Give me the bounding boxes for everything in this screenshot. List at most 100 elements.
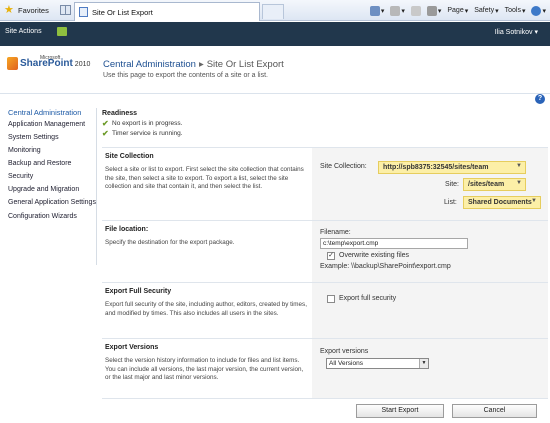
page-description: Use this page to export the contents of … <box>103 72 268 79</box>
chevron-down-icon: ▼ <box>531 198 537 204</box>
home-icon <box>369 5 380 16</box>
export-versions-label: Export versions <box>320 348 369 355</box>
nav-upgrade-and-migration[interactable]: Upgrade and Migration <box>0 183 96 196</box>
breadcrumb-root[interactable]: Central Administration <box>103 59 196 70</box>
sharepoint-logo-icon <box>7 57 18 70</box>
check-icon: ✔ <box>102 129 109 138</box>
chevron-down-icon: ▼ <box>516 163 522 169</box>
export-security-controls: Export full security <box>312 283 548 338</box>
browse-icon[interactable] <box>57 27 67 36</box>
print-button[interactable]: ▾ <box>426 5 441 16</box>
favorites-label: Favorites <box>18 6 49 15</box>
file-location-section: File location: Specify the destination f… <box>102 220 548 282</box>
site-value: /sites/team <box>468 181 505 188</box>
nav-system-settings[interactable]: System Settings <box>0 131 96 144</box>
safety-menu[interactable]: Safety ▾ <box>474 7 498 15</box>
breadcrumb: Central Administration ▸ Site Or List Expo… <box>103 59 284 70</box>
readiness-item: ✔ Timer service is running. <box>102 129 183 139</box>
mail-button[interactable] <box>410 5 421 16</box>
star-icon: ★ <box>4 4 14 16</box>
site-collection-label: Site Collection: <box>320 163 367 170</box>
export-security-section: Export Full Security Export full securit… <box>102 282 548 338</box>
site-collection-info: Site Collection Select a site or list to… <box>102 148 312 197</box>
section-description: Select a site or list to export. First s… <box>105 166 304 190</box>
favorites-button[interactable]: ★ Favorites <box>4 3 49 18</box>
page-menu[interactable]: Page ▾ <box>447 7 468 15</box>
tools-menu[interactable]: Tools ▾ <box>505 7 526 15</box>
export-full-security-checkbox[interactable] <box>327 295 335 303</box>
logo-wordmark: Microsoft SharePoint 2010 <box>20 55 91 69</box>
browser-toolbar: ★ Favorites Site Or List Export ▾ ▾ ▾ Pa… <box>0 0 550 21</box>
export-versions-controls: Export versions All Versions ▼ <box>312 339 548 398</box>
export-versions-section: Export Versions Select the version histo… <box>102 338 548 398</box>
filename-example: Example: \\backup\SharePoint\export.cmp <box>320 263 451 270</box>
overwrite-checkbox[interactable]: ✓ <box>327 252 335 260</box>
list-dropdown[interactable]: Shared Documents ▼ <box>463 196 541 209</box>
feeds-icon <box>390 5 401 16</box>
list-value: Shared Documents <box>468 199 532 206</box>
nav-application-management[interactable]: Application Management <box>0 118 96 131</box>
buttons-divider <box>102 398 548 399</box>
quick-tabs-icon[interactable] <box>60 5 71 15</box>
overwrite-label: Overwrite existing files <box>339 252 410 259</box>
section-description: Select the version history information t… <box>105 357 304 381</box>
print-icon <box>426 5 437 16</box>
site-collection-value: http://spb8375:32545/sites/team <box>383 164 489 171</box>
section-title: Export Versions <box>105 344 159 351</box>
browser-tab[interactable]: Site Or List Export <box>74 2 260 21</box>
nav-monitoring[interactable]: Monitoring <box>0 144 96 157</box>
section-title: Site Collection <box>105 153 154 160</box>
user-name: Ilia Sotnikov <box>494 29 533 36</box>
site-collection-dropdown[interactable]: http://spb8375:32545/sites/team ▼ <box>378 161 526 174</box>
nav-security[interactable]: Security <box>0 170 96 183</box>
help-menu[interactable]: ▾ <box>531 5 546 16</box>
section-title: Export Full Security <box>105 288 172 295</box>
filename-label: Filename: <box>320 229 351 236</box>
sharepoint-ribbon: Site Actions Ilia Sotnikov ▾ <box>0 22 550 46</box>
site-collection-section: Site Collection Select a site or list to… <box>102 147 548 220</box>
file-location-info: File location: Specify the destination f… <box>102 221 312 253</box>
logo-year: 2010 <box>74 61 91 68</box>
home-button[interactable]: ▾ <box>369 5 384 16</box>
nav-central-administration[interactable]: Central Administration <box>0 108 96 117</box>
readiness-item: ✔ No export is in progress. <box>102 119 183 129</box>
export-versions-select[interactable]: All Versions ▼ <box>326 358 429 369</box>
mail-icon <box>410 5 421 16</box>
site-actions-menu[interactable]: Site Actions <box>5 28 42 35</box>
section-description: Export full security of the site, includ… <box>105 301 307 317</box>
check-icon: ✔ <box>102 119 109 128</box>
title-area <box>0 46 550 94</box>
readiness-text: No export is in progress. <box>112 120 183 127</box>
tab-title: Site Or List Export <box>92 7 153 17</box>
nav-backup-and-restore[interactable]: Backup and Restore <box>0 157 96 170</box>
file-location-controls: Filename: c:\temp\export.cmp ✓ Overwrite… <box>312 221 548 282</box>
site-collection-controls: Site Collection: http://spb8375:32545/si… <box>312 148 548 220</box>
user-menu[interactable]: Ilia Sotnikov ▾ <box>495 28 538 36</box>
site-dropdown[interactable]: /sites/team ▼ <box>463 178 526 191</box>
section-title: File location: <box>105 226 149 233</box>
quick-launch: Central Administration Application Manag… <box>0 108 97 265</box>
start-export-button[interactable]: Start Export <box>356 404 444 418</box>
page-icon <box>79 7 88 17</box>
readiness-title: Readiness <box>102 110 138 117</box>
safety-menu-label: Safety <box>474 7 495 14</box>
list-label: List: <box>444 199 457 206</box>
nav-configuration-wizards[interactable]: Configuration Wizards <box>0 210 96 223</box>
export-security-info: Export Full Security Export full securit… <box>102 283 312 323</box>
logo-microsoft: Microsoft <box>40 55 61 61</box>
tools-menu-label: Tools <box>504 7 521 14</box>
filename-input[interactable]: c:\temp\export.cmp <box>320 238 468 249</box>
export-versions-info: Export Versions Select the version histo… <box>102 339 312 388</box>
export-full-security-label: Export full security <box>339 295 397 302</box>
readiness-text: Timer service is running. <box>112 130 183 137</box>
feeds-button[interactable]: ▾ <box>390 5 405 16</box>
breadcrumb-separator: ▸ <box>198 59 204 70</box>
new-tab-button[interactable] <box>262 4 284 19</box>
nav-general-application-settings[interactable]: General Application Settings <box>0 199 96 207</box>
cancel-button[interactable]: Cancel <box>452 404 537 418</box>
page-menu-label: Page <box>447 7 464 14</box>
export-versions-value: All Versions <box>329 360 363 367</box>
section-description: Specify the destination for the export p… <box>105 239 235 246</box>
help-icon[interactable]: ? <box>535 94 545 104</box>
chevron-down-icon: ▼ <box>419 359 428 368</box>
